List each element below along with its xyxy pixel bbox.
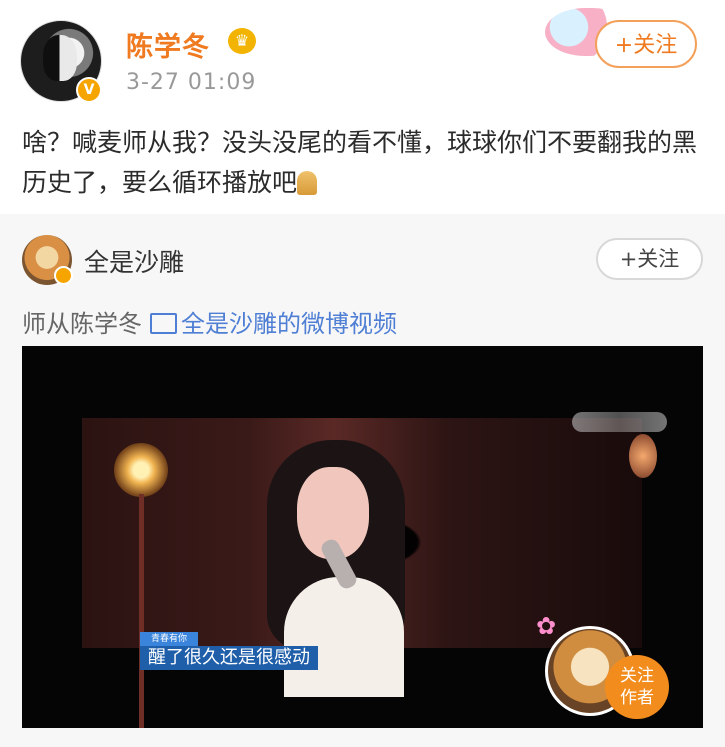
avatar-face (43, 35, 77, 81)
subtitle-bar: 醒了很久还是很感动 (140, 646, 318, 670)
corner-lamp (629, 434, 657, 478)
crown-icon: ♛ (228, 28, 256, 54)
flower-icon: ✿ (536, 612, 557, 640)
subtitle-tag: 青春有你 (140, 632, 198, 647)
singer-body (284, 577, 404, 697)
video-link[interactable]: 全是沙雕的微博视频 (181, 310, 397, 338)
repost-card: 全是沙雕 +关注 师从陈学冬 全是沙雕的微博视频 青春有你 醒了很久还是很感动 ✿… (0, 214, 725, 747)
blurred-watermark (572, 412, 667, 432)
pray-icon (297, 171, 318, 195)
follow-author-button[interactable]: 关注 作者 (605, 655, 669, 719)
video-player[interactable]: 青春有你 醒了很久还是很感动 ✿ 关注 作者 (22, 346, 703, 728)
repost-follow-button[interactable]: +关注 (596, 238, 703, 280)
video-icon (150, 313, 177, 334)
repost-username[interactable]: 全是沙雕 (84, 243, 184, 279)
caption-text: 师从陈学冬 (22, 310, 142, 338)
author-name[interactable]: 陈学冬 (126, 25, 210, 64)
repost-verified-badge-icon (54, 266, 73, 285)
follow-button[interactable]: +关注 (595, 20, 697, 68)
post-content: 啥？喊麦师从我？没头没尾的看不懂，球球你们不要翻我的黑历史了，要么循环播放吧 (22, 123, 702, 203)
lamp-stand (139, 494, 144, 728)
post-content-text: 啥？喊麦师从我？没头没尾的看不懂，球球你们不要翻我的黑历史了，要么循环播放吧 (22, 128, 698, 197)
verified-badge-icon: V (76, 77, 102, 103)
lamp-icon (114, 443, 168, 497)
repost-caption: 师从陈学冬 全是沙雕的微博视频 (22, 304, 397, 339)
post-time: 3-27 01:09 (126, 70, 257, 95)
post-header: V 陈学冬 ♛ 3-27 01:09 +关注 (0, 0, 725, 110)
